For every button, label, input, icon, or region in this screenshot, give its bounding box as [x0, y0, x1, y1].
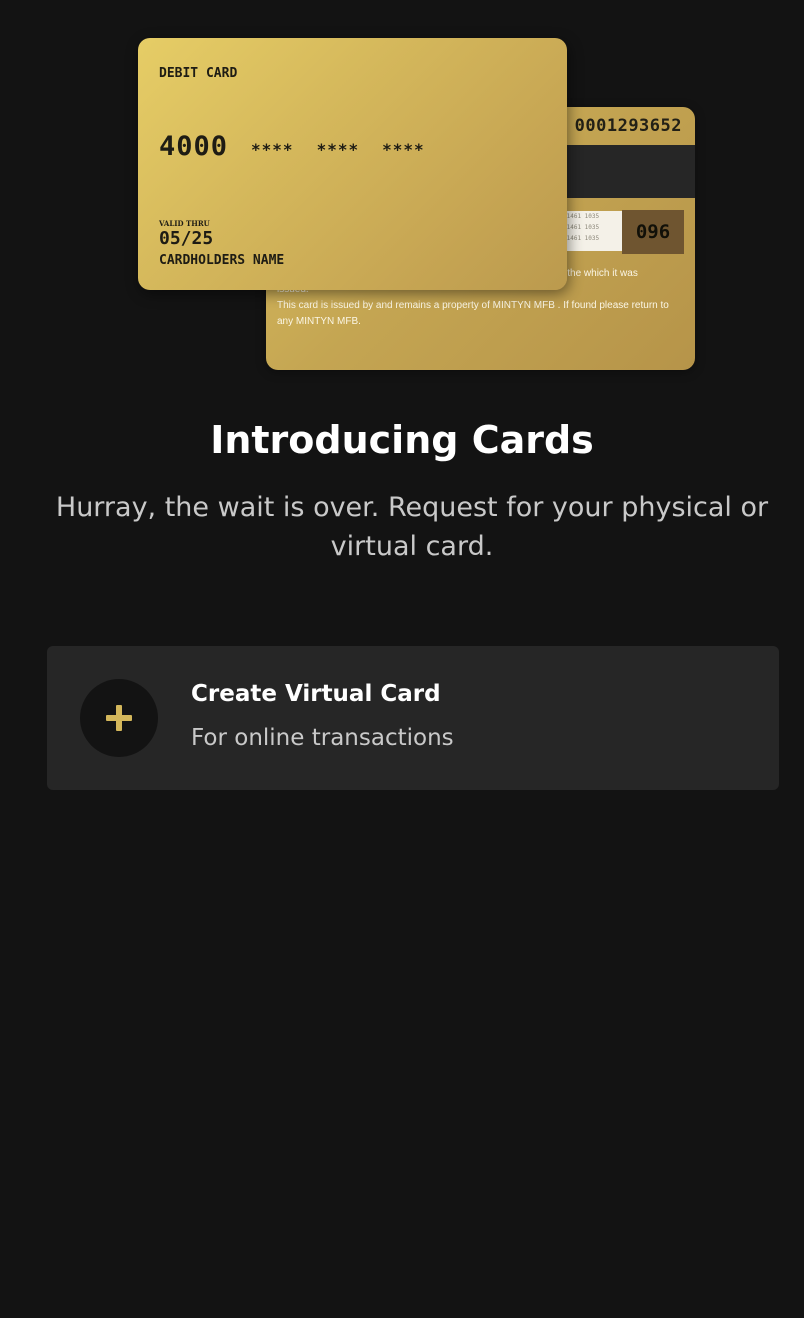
cvv-code: 096 — [622, 210, 684, 254]
card-number-first-group: 4000 — [159, 131, 229, 162]
plus-icon — [106, 705, 132, 731]
valid-thru-date: 05/25 — [159, 228, 214, 249]
card-number-masked-group: **** — [316, 140, 360, 159]
page-subtitle: Hurray, the wait is over. Request for yo… — [55, 492, 769, 562]
valid-thru-label: VALID THRU — [159, 219, 210, 228]
signature-line: 91461 1035 — [563, 213, 600, 220]
signature-line: 91461 1035 — [563, 235, 600, 242]
card-type-label: DEBIT CARD — [159, 66, 238, 81]
card-illustration: 0001293652 91461 1035 91461 1035 91461 1… — [0, 0, 804, 390]
create-virtual-card-subtitle: For online transactions — [191, 725, 454, 751]
cardholder-name: CARDHOLDERS NAME — [159, 253, 285, 268]
plus-icon-circle — [80, 679, 158, 757]
create-virtual-card-title: Create Virtual Card — [191, 681, 441, 707]
back-card-number: 0001293652 — [574, 116, 682, 136]
card-number-masked-group: **** — [251, 140, 294, 159]
create-virtual-card-button[interactable]: Create Virtual Card For online transacti… — [47, 646, 779, 790]
signature-strip: 91461 1035 91461 1035 91461 1035 — [560, 211, 622, 251]
signature-line: 91461 1035 — [563, 224, 600, 231]
card-number-masked-group: **** — [382, 140, 425, 159]
page-title: Introducing Cards — [210, 418, 594, 462]
card-front-image: DEBIT CARD 4000 **** **** **** VALID THR… — [138, 38, 567, 290]
card-number: 4000 **** **** **** — [159, 131, 425, 162]
card-notice-2: This card is issued by and remains a pro… — [277, 300, 669, 327]
